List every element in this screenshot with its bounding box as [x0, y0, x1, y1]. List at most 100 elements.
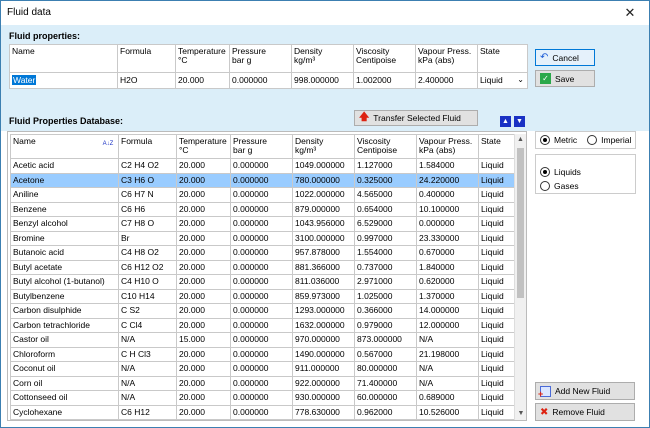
- header-formula: Formula: [117, 44, 176, 73]
- cell-temperature: 20.000: [176, 245, 231, 261]
- table-row[interactable]: Carbon tetrachloride C Cl4 20.000 0.000000 1…: [10, 317, 515, 333]
- cell-pressure: 0.000000: [230, 390, 293, 406]
- cell-viscosity: 1.554000: [354, 245, 417, 261]
- db-header-vapour-pressure[interactable]: Vapour Press. kPa (abs): [416, 134, 479, 159]
- close-icon[interactable]: ✕: [615, 1, 645, 25]
- cell-viscosity: 0.325000: [354, 172, 417, 188]
- fluid-properties-panel: Fluid properties: Name Formula Temperatu…: [1, 25, 649, 105]
- triangle-down-icon: ▼: [516, 118, 523, 125]
- cell-pressure: 0.000000: [230, 158, 293, 174]
- cell-temperature: 20.000: [176, 346, 231, 362]
- fluid-state-select[interactable]: Liquid ⌄: [477, 72, 528, 89]
- add-new-fluid-button[interactable]: + Add New Fluid: [535, 382, 635, 400]
- db-header-density[interactable]: Density kg/m³: [292, 134, 355, 159]
- fluid-formula-cell[interactable]: H2O: [117, 72, 176, 89]
- cell-state: Liquid: [478, 187, 515, 203]
- table-row[interactable]: Acetic acid C2 H4 O2 20.000 0.000000 1049.00…: [10, 158, 515, 174]
- cell-viscosity: 1.025000: [354, 288, 417, 304]
- cell-vapour-pressure: 24.220000: [416, 172, 479, 188]
- table-row[interactable]: Coconut oil N/A 20.000 0.000000 911.000000 80…: [10, 361, 515, 377]
- cell-vapour-pressure: 10.526000: [416, 404, 479, 420]
- table-row[interactable]: Chloroform C H Cl3 20.000 0.000000 1490.0000…: [10, 346, 515, 362]
- imperial-radio[interactable]: [587, 135, 598, 145]
- save-button[interactable]: ✓ Save: [535, 70, 595, 87]
- table-row[interactable]: Carbon disulphide C S2 20.000 0.000000 1293.…: [10, 303, 515, 319]
- db-header-formula[interactable]: Formula: [118, 134, 177, 159]
- table-row[interactable]: Butyl alcohol (1-butanol) C4 H10 O 20.000 0…: [10, 274, 515, 290]
- cell-vapour-pressure: 1.370000: [416, 288, 479, 304]
- remove-x-icon: ✖: [540, 406, 549, 418]
- db-header-pressure[interactable]: Pressure bar g: [230, 134, 293, 159]
- table-row[interactable]: Cyclohexane C6 H12 20.000 0.000000 778.63000…: [10, 404, 515, 420]
- cell-state: Liquid: [478, 317, 515, 333]
- gases-radio[interactable]: [540, 181, 550, 191]
- table-row[interactable]: Butylbenzene C10 H14 20.000 0.000000 859.973…: [10, 288, 515, 304]
- chevron-down-icon: ⌄: [517, 75, 524, 84]
- cell-state: Liquid: [478, 332, 515, 348]
- table-row[interactable]: Benzyl alcohol C7 H8 O 20.000 0.000000 1043.…: [10, 216, 515, 232]
- table-row[interactable]: Cottonseed oil N/A 20.000 0.000000 930.00000…: [10, 390, 515, 406]
- cell-pressure: 0.000000: [230, 375, 293, 391]
- cell-pressure: 0.000000: [230, 288, 293, 304]
- table-row[interactable]: Benzene C6 H6 20.000 0.000000 879.000000 0.65…: [10, 201, 515, 217]
- transfer-selected-fluid-button[interactable]: 🡅 Transfer Selected Fluid: [354, 110, 478, 126]
- move-down-button[interactable]: ▼: [514, 116, 525, 127]
- gases-option[interactable]: Gases: [540, 181, 579, 191]
- remove-fluid-button[interactable]: ✖ Remove Fluid: [535, 403, 635, 421]
- scroll-up-arrow-icon[interactable]: ▲: [515, 134, 526, 146]
- cell-pressure: 0.000000: [230, 346, 293, 362]
- liquids-option[interactable]: Liquids: [540, 167, 581, 177]
- window-title: Fluid data: [7, 7, 51, 18]
- cell-temperature: 20.000: [176, 375, 231, 391]
- fluid-name-field[interactable]: Water: [12, 75, 37, 85]
- cell-temperature: 20.000: [176, 259, 231, 275]
- cell-temperature: 20.000: [176, 172, 231, 188]
- metric-radio[interactable]: [540, 135, 550, 145]
- cell-density: 1293.000000: [292, 303, 355, 319]
- cell-viscosity: 71.400000: [354, 375, 417, 391]
- cell-pressure: 0.000000: [230, 303, 293, 319]
- cell-density: 1022.000000: [292, 187, 355, 203]
- db-header-viscosity[interactable]: Viscosity Centipoise: [354, 134, 417, 159]
- scrollbar-thumb[interactable]: [517, 148, 524, 298]
- database-heading: Fluid Properties Database:: [9, 116, 124, 126]
- scroll-down-arrow-icon[interactable]: ▼: [515, 408, 526, 420]
- cell-state: Liquid: [478, 288, 515, 304]
- header-name: Name: [9, 44, 118, 73]
- table-row[interactable]: Acetone C3 H6 O 20.000 0.000000 780.000000 0.…: [10, 172, 515, 188]
- cell-name: Cottonseed oil: [10, 390, 119, 406]
- cell-name: Butyl alcohol (1-butanol): [10, 274, 119, 290]
- cell-density: 1632.000000: [292, 317, 355, 333]
- fluid-viscosity-cell[interactable]: 1.002000: [353, 72, 416, 89]
- cell-viscosity: 873.000000: [354, 332, 417, 348]
- vertical-scrollbar[interactable]: ▲ ▼: [514, 134, 526, 420]
- cell-density: 879.000000: [292, 201, 355, 217]
- cell-state: Liquid: [478, 230, 515, 246]
- table-row[interactable]: Butanoic acid C4 H8 O2 20.000 0.000000 957.8…: [10, 245, 515, 261]
- cell-pressure: 0.000000: [230, 317, 293, 333]
- fluid-name-cell[interactable]: Water: [9, 72, 118, 89]
- db-header-state[interactable]: State: [478, 134, 515, 159]
- table-row[interactable]: Castor oil N/A 15.000 0.000000 970.000000 873…: [10, 332, 515, 348]
- database-rows: Acetic acid C2 H4 O2 20.000 0.000000 1049.00…: [10, 158, 515, 420]
- table-row[interactable]: Butyl acetate C6 H12 O2 20.000 0.000000 881.…: [10, 259, 515, 275]
- cell-vapour-pressure: 1.840000: [416, 259, 479, 275]
- sort-az-icon[interactable]: A↓Z: [101, 139, 115, 149]
- cell-formula: C3 H6 O: [118, 172, 177, 188]
- db-header-name[interactable]: Name A↓Z: [10, 134, 119, 159]
- move-up-button[interactable]: ▲: [500, 116, 511, 127]
- cell-state: Liquid: [478, 245, 515, 261]
- fluid-pressure-cell[interactable]: 0.000000: [229, 72, 292, 89]
- cell-pressure: 0.000000: [230, 404, 293, 420]
- cell-state: Liquid: [478, 201, 515, 217]
- cell-formula: C6 H6: [118, 201, 177, 217]
- table-row[interactable]: Bromine Br 20.000 0.000000 3100.000000 0.9970…: [10, 230, 515, 246]
- table-row[interactable]: Aniline C6 H7 N 20.000 0.000000 1022.000000 4…: [10, 187, 515, 203]
- liquids-radio[interactable]: [540, 167, 550, 177]
- fluid-vapour-cell[interactable]: 2.400000: [415, 72, 478, 89]
- fluid-temperature-cell[interactable]: 20.000: [175, 72, 230, 89]
- cancel-button[interactable]: ↶ Cancel: [535, 49, 595, 66]
- fluid-density-cell[interactable]: 998.000000: [291, 72, 354, 89]
- table-row[interactable]: Corn oil N/A 20.000 0.000000 922.000000 71.40…: [10, 375, 515, 391]
- db-header-temperature[interactable]: Temperature °C: [176, 134, 231, 159]
